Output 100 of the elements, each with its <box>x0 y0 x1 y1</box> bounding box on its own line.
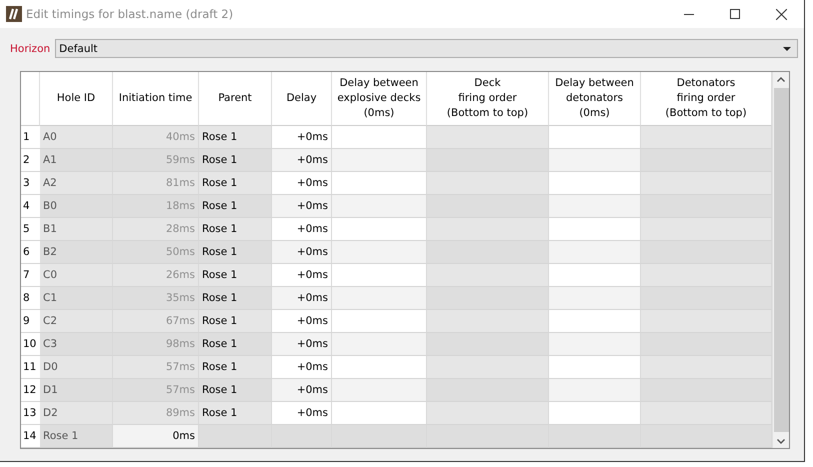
column-header[interactable]: Parent <box>199 72 272 126</box>
table-cell: C0 <box>40 264 113 287</box>
table-cell: D1 <box>40 379 113 402</box>
table-cell: Rose 1 <box>199 149 272 172</box>
table-cell: 89ms <box>113 402 199 425</box>
maximize-icon <box>730 9 740 19</box>
horizon-label: Horizon <box>10 42 50 54</box>
table-cell: 59ms <box>113 149 199 172</box>
table-cell[interactable] <box>549 402 641 425</box>
table-cell[interactable]: +0ms <box>272 241 332 264</box>
table-cell: Rose 1 <box>199 287 272 310</box>
table-cell[interactable]: +0ms <box>272 287 332 310</box>
table-cell: 40ms <box>113 126 199 149</box>
table-cell[interactable] <box>549 264 641 287</box>
table-cell[interactable] <box>332 287 427 310</box>
scroll-down-icon[interactable] <box>777 438 785 444</box>
window-title: Edit timings for blast.name (draft 2) <box>26 7 234 21</box>
column-header[interactable]: Initiation time <box>113 72 199 126</box>
table-cell[interactable] <box>549 195 641 218</box>
close-icon <box>776 8 786 20</box>
column-header[interactable]: Hole ID <box>40 72 113 126</box>
table-cell: 26ms <box>113 264 199 287</box>
table-cell: Rose 1 <box>199 195 272 218</box>
table-cell[interactable] <box>332 241 427 264</box>
table-cell: B0 <box>40 195 113 218</box>
table-cell: C1 <box>40 287 113 310</box>
table-cell[interactable]: +0ms <box>272 218 332 241</box>
table-cell: 57ms <box>113 356 199 379</box>
column-header[interactable]: Deck firing order (Bottom to top) <box>427 72 549 126</box>
table-cell: Rose 1 <box>199 356 272 379</box>
table-cell: Rose 1 <box>199 264 272 287</box>
table-cell: A0 <box>40 126 113 149</box>
table-cell[interactable] <box>332 356 427 379</box>
table-cell[interactable]: +0ms <box>272 402 332 425</box>
horizon-dropdown[interactable]: Default <box>55 39 798 58</box>
table-cell: 57ms <box>113 379 199 402</box>
table-cell[interactable] <box>549 379 641 402</box>
table-cell: 98ms <box>113 333 199 356</box>
caret-icon <box>783 46 791 50</box>
table-cell[interactable]: +0ms <box>272 379 332 402</box>
table-cell: Rose 1 <box>199 402 272 425</box>
scrollbar[interactable] <box>772 72 789 448</box>
table-cell: 35ms <box>113 287 199 310</box>
table-cell: Rose 1 <box>199 310 272 333</box>
table-cell[interactable] <box>332 172 427 195</box>
table-cell: 18ms <box>113 195 199 218</box>
table-cell[interactable] <box>549 126 641 149</box>
table-cell[interactable] <box>549 218 641 241</box>
column-header[interactable]: Delay between detonators (0ms) <box>549 72 641 126</box>
table-cell[interactable] <box>332 264 427 287</box>
table-cell: Rose 1 <box>199 126 272 149</box>
table-cell: C3 <box>40 333 113 356</box>
table-cell[interactable]: +0ms <box>272 356 332 379</box>
table-cell[interactable]: +0ms <box>272 126 332 149</box>
table-cell[interactable]: +0ms <box>272 149 332 172</box>
table-cell: Rose 1 <box>199 218 272 241</box>
table-cell[interactable] <box>332 149 427 172</box>
table-cell: Rose 1 <box>199 241 272 264</box>
table-cell: 28ms <box>113 218 199 241</box>
table-cell[interactable]: +0ms <box>272 310 332 333</box>
table-cell[interactable] <box>332 195 427 218</box>
table-cell: Rose 1 <box>199 333 272 356</box>
app-icon <box>6 6 22 22</box>
table-cell[interactable] <box>332 379 427 402</box>
column-header[interactable]: Delay <box>272 72 332 126</box>
table-cell[interactable] <box>332 126 427 149</box>
table-cell[interactable] <box>332 218 427 241</box>
table-cell: B2 <box>40 241 113 264</box>
table-cell[interactable] <box>549 149 641 172</box>
column-header[interactable]: Detonators firing order (Bottom to top) <box>641 72 772 126</box>
table-cell: C2 <box>40 310 113 333</box>
table-cell[interactable] <box>332 402 427 425</box>
table-cell: A1 <box>40 149 113 172</box>
table-cell[interactable] <box>549 310 641 333</box>
table-cell: D0 <box>40 356 113 379</box>
table-cell: Rose 1 <box>40 425 113 448</box>
table-cell[interactable]: +0ms <box>272 333 332 356</box>
table-cell: Rose 1 <box>199 379 272 402</box>
table-cell[interactable]: +0ms <box>272 264 332 287</box>
table-cell: 81ms <box>113 172 199 195</box>
table-cell: B1 <box>40 218 113 241</box>
column-header[interactable]: Delay between explosive decks (0ms) <box>332 72 427 126</box>
table-cell[interactable] <box>332 333 427 356</box>
table-cell[interactable] <box>549 287 641 310</box>
table-cell[interactable] <box>332 310 427 333</box>
scrollbar-thumb[interactable] <box>774 88 788 432</box>
table-cell: A2 <box>40 172 113 195</box>
table-cell: 67ms <box>113 310 199 333</box>
table-cell[interactable] <box>549 241 641 264</box>
table-cell[interactable] <box>549 356 641 379</box>
table-cell: D2 <box>40 402 113 425</box>
table-cell <box>272 425 332 448</box>
table-cell: Rose 1 <box>199 172 272 195</box>
scroll-up-icon[interactable] <box>777 76 785 82</box>
table-cell[interactable]: +0ms <box>272 172 332 195</box>
table-cell[interactable] <box>549 333 641 356</box>
table-cell[interactable]: 0ms <box>113 425 199 448</box>
table-cell[interactable] <box>549 172 641 195</box>
table-cell: 50ms <box>113 241 199 264</box>
table-cell[interactable]: +0ms <box>272 195 332 218</box>
